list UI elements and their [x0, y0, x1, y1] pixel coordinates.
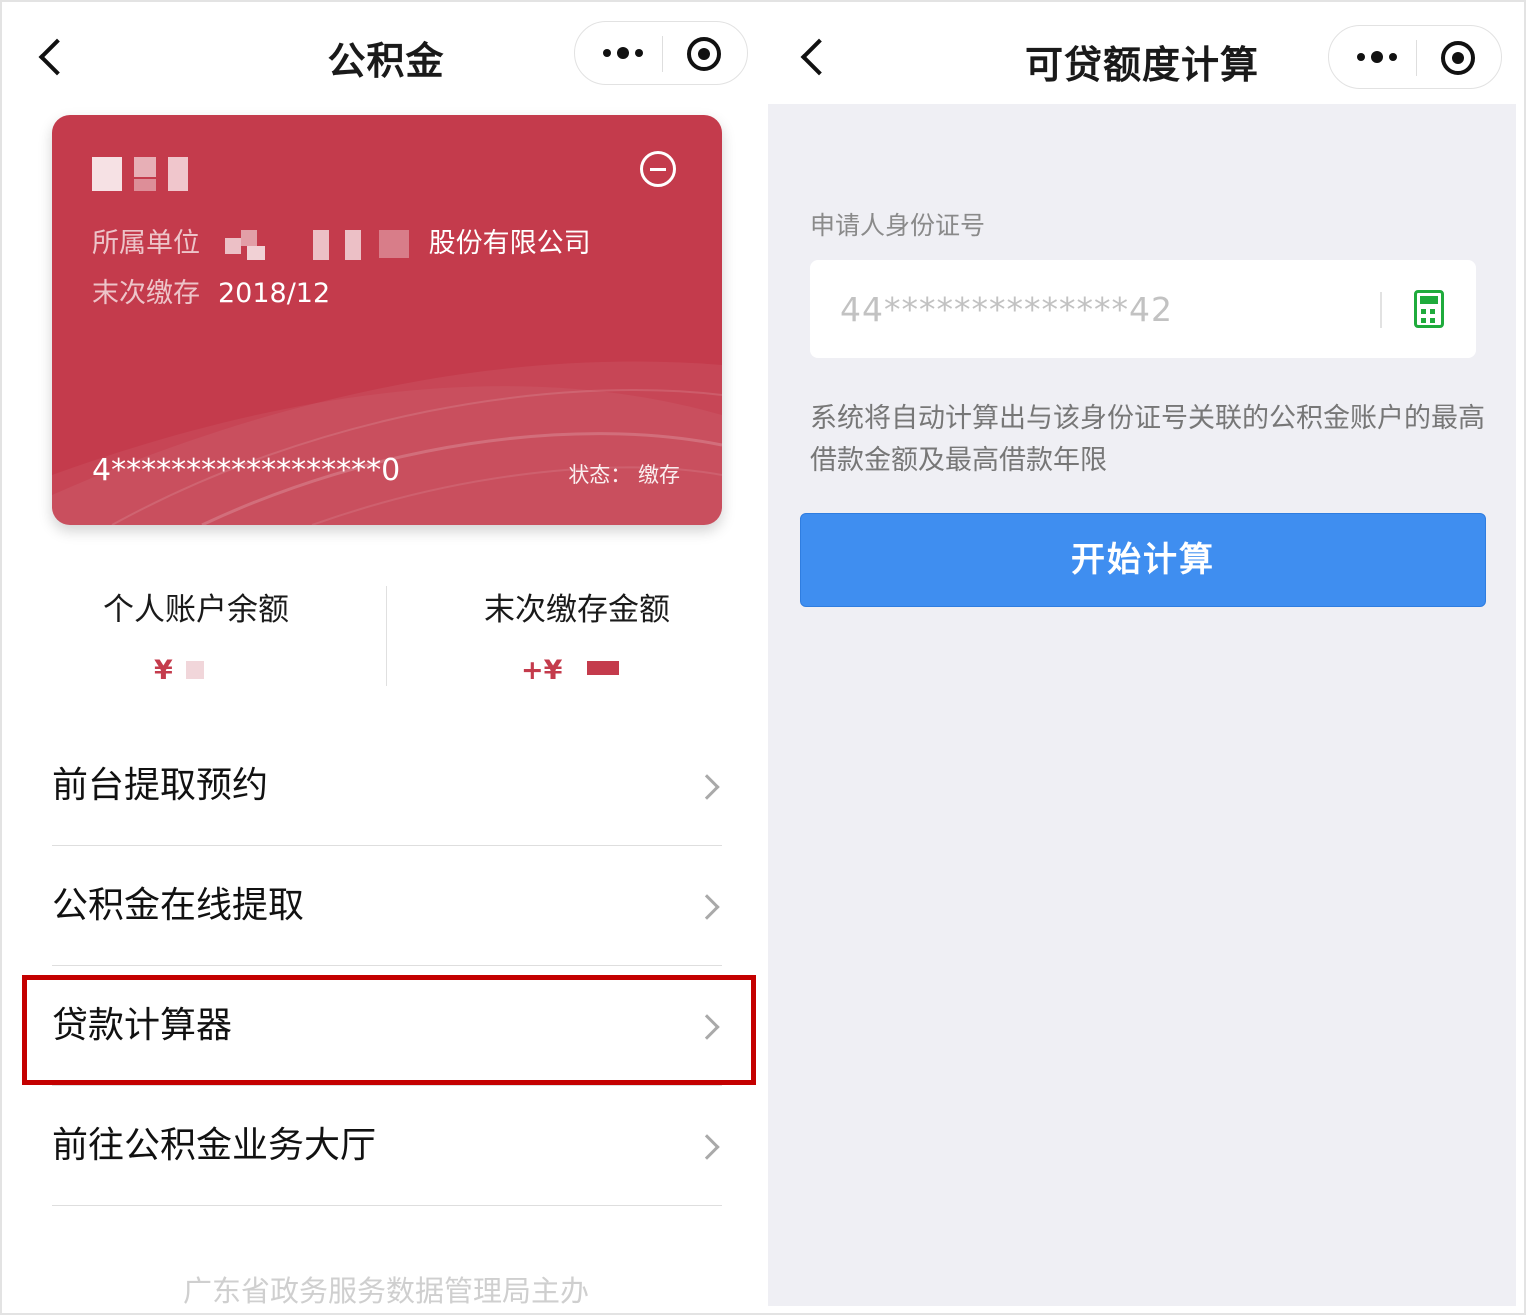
remove-card-icon[interactable] — [640, 151, 676, 187]
menu-item-label: 前往公积金业务大厅 — [52, 1125, 377, 1166]
last-amount-stat: 末次缴存金额 +¥ — [387, 584, 767, 689]
card-status: 状态： 缴存 — [568, 463, 680, 487]
last-amount-currency: +¥ — [521, 655, 563, 686]
unit-label: 所属单位 — [92, 228, 200, 259]
menu-item-counter-withdrawal[interactable]: 前台提取预约 — [52, 726, 722, 846]
id-number-field[interactable]: 44**************42 — [810, 260, 1476, 358]
last-amount-label: 末次缴存金额 — [484, 592, 670, 628]
last-payment-label: 末次缴存 — [92, 278, 200, 309]
miniprogram-capsule — [1328, 25, 1502, 89]
menu-item-online-withdrawal[interactable]: 公积金在线提取 — [52, 846, 722, 966]
chevron-right-icon — [694, 774, 720, 800]
account-card[interactable]: 所属单位 股份有限公司 末次缴存 2018/12 4***************… — [52, 115, 722, 525]
balance-currency: ¥ — [154, 655, 173, 686]
last-payment-value: 2018/12 — [218, 278, 331, 309]
menu-item-label: 前台提取预约 — [52, 765, 269, 806]
capsule-divider — [1416, 40, 1417, 76]
balance-stat: 个人账户余额 ¥ — [6, 584, 386, 689]
chevron-right-icon — [694, 894, 720, 920]
chevron-right-icon — [694, 1134, 720, 1160]
nav-bar: 可贷额度计算 — [768, 6, 1516, 104]
last-amount-redacted — [587, 661, 619, 675]
menu-item-service-hall[interactable]: 前往公积金业务大厅 — [52, 1086, 722, 1206]
field-divider — [1380, 292, 1382, 328]
card-unit-row: 所属单位 股份有限公司 — [92, 221, 591, 260]
calculation-description: 系统将自动计算出与该身份证号关联的公积金账户的最高借款金额及最高借款年限 — [810, 403, 1485, 476]
footer-sponsor: 广东省政务服务数据管理局主办 — [182, 1274, 589, 1308]
menu-item-label: 公积金在线提取 — [52, 885, 305, 926]
balance-value-redacted — [186, 661, 204, 679]
capsule-divider — [662, 36, 663, 72]
more-icon[interactable] — [1349, 42, 1405, 72]
nav-bar: 公积金 — [6, 6, 766, 104]
balance-amount: ¥ — [6, 655, 386, 689]
card-last-payment-row: 末次缴存 2018/12 — [92, 271, 330, 310]
unit-suffix: 股份有限公司 — [428, 228, 591, 259]
loan-calculator-highlight-box — [22, 975, 756, 1085]
gongjijin-page: 公积金 所属单位 股份有限公司 末次缴存 2018/12 4**********… — [6, 6, 766, 1311]
loan-limit-page: 可贷额度计算 申请人身份证号 44**************42 系统将自动计… — [768, 6, 1516, 1306]
calculator-icon[interactable] — [1414, 290, 1444, 328]
screenshot-frame: 公积金 所属单位 股份有限公司 末次缴存 2018/12 4**********… — [0, 0, 1526, 1315]
balance-label: 个人账户余额 — [103, 592, 289, 628]
id-number-label: 申请人身份证号 — [810, 211, 986, 240]
more-icon[interactable] — [595, 38, 651, 68]
start-calculation-button[interactable]: 开始计算 — [800, 513, 1486, 607]
unit-name-redacted — [219, 229, 429, 260]
last-amount-value: +¥ — [387, 655, 767, 689]
close-miniprogram-icon[interactable] — [687, 37, 721, 71]
account-holder-name-redacted — [92, 153, 212, 193]
close-miniprogram-icon[interactable] — [1441, 41, 1475, 75]
miniprogram-capsule — [574, 21, 748, 85]
id-number-placeholder: 44**************42 — [840, 290, 1173, 329]
card-number: 4******************0 — [92, 453, 401, 488]
